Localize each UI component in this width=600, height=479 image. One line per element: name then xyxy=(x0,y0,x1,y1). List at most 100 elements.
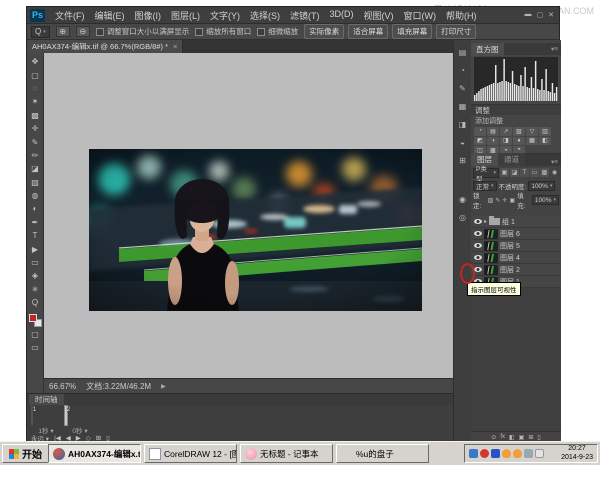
option-checkbox[interactable]: 缩放所有窗口 xyxy=(195,26,251,37)
layer-name[interactable]: 图层 6 xyxy=(500,229,520,239)
layers-bottom-icon[interactable]: ▣ xyxy=(519,434,525,441)
layer-filter-icon[interactable]: ▣ xyxy=(500,168,509,177)
adjustment-icon[interactable]: ◧ xyxy=(539,137,551,146)
option-checkbox[interactable]: 细微缩放 xyxy=(257,26,298,37)
screen-mode-icon[interactable]: ▭ xyxy=(28,341,43,354)
tool-icon[interactable]: ▶ xyxy=(28,242,43,255)
panel-menu-icon[interactable]: ▾≡ xyxy=(551,45,561,53)
panel-menu-icon[interactable]: ▾≡ xyxy=(551,158,561,166)
menu-item[interactable]: 图层(L) xyxy=(166,9,205,22)
layers-bottom-icon[interactable]: ⊙ xyxy=(491,434,496,441)
menu-item[interactable]: 窗口(W) xyxy=(399,9,442,22)
security-icon[interactable] xyxy=(491,449,500,458)
tool-icon[interactable]: ✏ xyxy=(28,149,43,162)
layer-thumbnail[interactable] xyxy=(484,265,498,275)
collapsed-panel-icon[interactable]: ◎ xyxy=(456,213,470,224)
layer-row[interactable]: ▸ 组 1 xyxy=(471,216,561,228)
tool-icon[interactable]: ◈ xyxy=(28,269,43,282)
tool-icon[interactable]: T xyxy=(28,229,43,242)
menu-item[interactable]: 3D(D) xyxy=(325,9,359,22)
layer-name[interactable]: 组 1 xyxy=(502,217,515,227)
tool-icon[interactable]: ✶ xyxy=(28,95,43,108)
update-icon[interactable] xyxy=(535,449,544,458)
layer-filter-icon[interactable]: T xyxy=(520,168,529,177)
animation-frame[interactable]: 1 1秒 ▾ xyxy=(31,407,61,435)
layer-thumbnail[interactable] xyxy=(484,241,498,251)
tool-icon[interactable]: Q xyxy=(28,296,43,309)
layer-visibility-toggle[interactable] xyxy=(473,231,482,236)
adjustment-icon[interactable]: ◨ xyxy=(500,137,512,146)
opacity-select[interactable]: 100%▾ xyxy=(528,181,555,191)
tab-histogram[interactable]: 直方图 xyxy=(471,43,504,56)
tool-icon[interactable]: ◌ xyxy=(28,82,43,95)
network-icon[interactable] xyxy=(480,449,489,458)
tool-icon[interactable]: ◪ xyxy=(28,162,43,175)
adjustment-icon[interactable]: ▤ xyxy=(487,127,499,136)
layer-name[interactable]: 图层 5 xyxy=(500,241,520,251)
layer-visibility-toggle[interactable] xyxy=(473,243,482,248)
tab-channels[interactable]: 通道 xyxy=(498,153,525,166)
layer-thumbnail[interactable] xyxy=(484,229,498,239)
layer-visibility-toggle[interactable] xyxy=(473,255,482,260)
layer-row[interactable]: ▸ 图层 6 xyxy=(471,228,561,240)
layers-bottom-icon[interactable]: ▯ xyxy=(537,434,540,441)
layer-thumbnail[interactable] xyxy=(484,253,498,263)
window-control-icon[interactable]: ✕ xyxy=(548,11,554,19)
tab-timeline[interactable]: 时间轴 xyxy=(29,394,64,405)
taskbar-item[interactable]: %u的盘子 xyxy=(336,444,429,463)
adjustment-icon[interactable]: ↗ xyxy=(500,127,512,136)
filter-toggle-icon[interactable]: ◉ xyxy=(550,168,559,177)
tool-icon[interactable]: ✎ xyxy=(28,135,43,148)
adjustment-icon[interactable]: ▽ xyxy=(526,127,538,136)
layers-bottom-icon[interactable]: ⊞ xyxy=(528,434,533,441)
layer-visibility-toggle[interactable] xyxy=(473,219,482,224)
tool-icon[interactable]: ✳ xyxy=(28,283,43,296)
collapsed-panel-icon[interactable]: ◉ xyxy=(456,195,470,206)
collapsed-panel-icon[interactable]: ◔ xyxy=(456,66,470,77)
zoom-level[interactable]: 66.67% xyxy=(49,382,76,391)
fill-select[interactable]: 100%▾ xyxy=(532,195,559,205)
tool-icon[interactable]: ▨ xyxy=(28,176,43,189)
menu-item[interactable]: 视图(V) xyxy=(359,9,399,22)
layer-filter-dropdown[interactable]: P类型 ▾ xyxy=(473,168,499,178)
window-control-icon[interactable]: ▬ xyxy=(525,11,532,19)
adjustment-icon[interactable]: ▦ xyxy=(526,137,538,146)
window-control-icon[interactable]: ▢ xyxy=(537,11,544,19)
lock-icon[interactable]: ✎ xyxy=(495,197,500,204)
layers-bottom-icon[interactable]: ◧ xyxy=(509,434,515,441)
taskbar-item[interactable]: 无标题 - 记事本 xyxy=(240,444,333,463)
color-swatches[interactable] xyxy=(29,314,42,327)
adjustment-icon[interactable]: ▧ xyxy=(513,127,525,136)
taskbar-item[interactable]: AH0AX374-编辑x.t... xyxy=(48,444,141,463)
tool-icon[interactable]: ◐ xyxy=(28,202,43,215)
tool-icon[interactable]: ✛ xyxy=(28,122,43,135)
collapsed-panel-icon[interactable]: ▤ xyxy=(456,48,470,59)
adjustment-icon[interactable]: ♦ xyxy=(513,137,525,146)
tool-icon[interactable]: ✒ xyxy=(28,216,43,229)
tool-icon[interactable]: ▢ xyxy=(28,68,43,81)
layer-row[interactable]: ▸ 图层 4 xyxy=(471,252,561,264)
input-icon[interactable] xyxy=(546,449,555,458)
option-button[interactable]: 填充屏幕 xyxy=(392,24,432,39)
layer-filter-icon[interactable]: ▩ xyxy=(540,168,549,177)
menu-item[interactable]: 滤镜(T) xyxy=(285,9,325,22)
taskbar-item[interactable]: CorelDRAW 12 - [图... xyxy=(144,444,237,463)
start-button[interactable]: 开始 xyxy=(2,444,49,463)
option-checkbox[interactable]: 调整窗口大小以满屏显示 xyxy=(96,26,190,37)
layer-filter-icon[interactable]: ◪ xyxy=(510,168,519,177)
menu-item[interactable]: 编辑(E) xyxy=(90,9,130,22)
option-button[interactable]: 打印尺寸 xyxy=(436,24,476,39)
adjustment-icon[interactable]: ◩ xyxy=(474,137,486,146)
layers-bottom-icon[interactable]: fx xyxy=(500,434,505,440)
menu-item[interactable]: 选择(S) xyxy=(245,9,285,22)
menu-item[interactable]: 图像(I) xyxy=(130,9,167,22)
menu-item[interactable]: 文件(F) xyxy=(50,9,90,22)
zoom-out-button[interactable]: ⊖ xyxy=(76,26,90,37)
close-icon[interactable]: × xyxy=(173,42,177,51)
layer-row[interactable]: ▸ 图层 5 xyxy=(471,240,561,252)
collapsed-panel-icon[interactable]: ▦ xyxy=(456,102,470,113)
adjustment-icon[interactable]: ▥ xyxy=(539,127,551,136)
lock-icon[interactable]: ▨ xyxy=(488,197,494,204)
collapsed-panel-icon[interactable]: ⊞ xyxy=(456,156,470,167)
collapsed-panel-icon[interactable]: ◒ xyxy=(456,138,470,149)
